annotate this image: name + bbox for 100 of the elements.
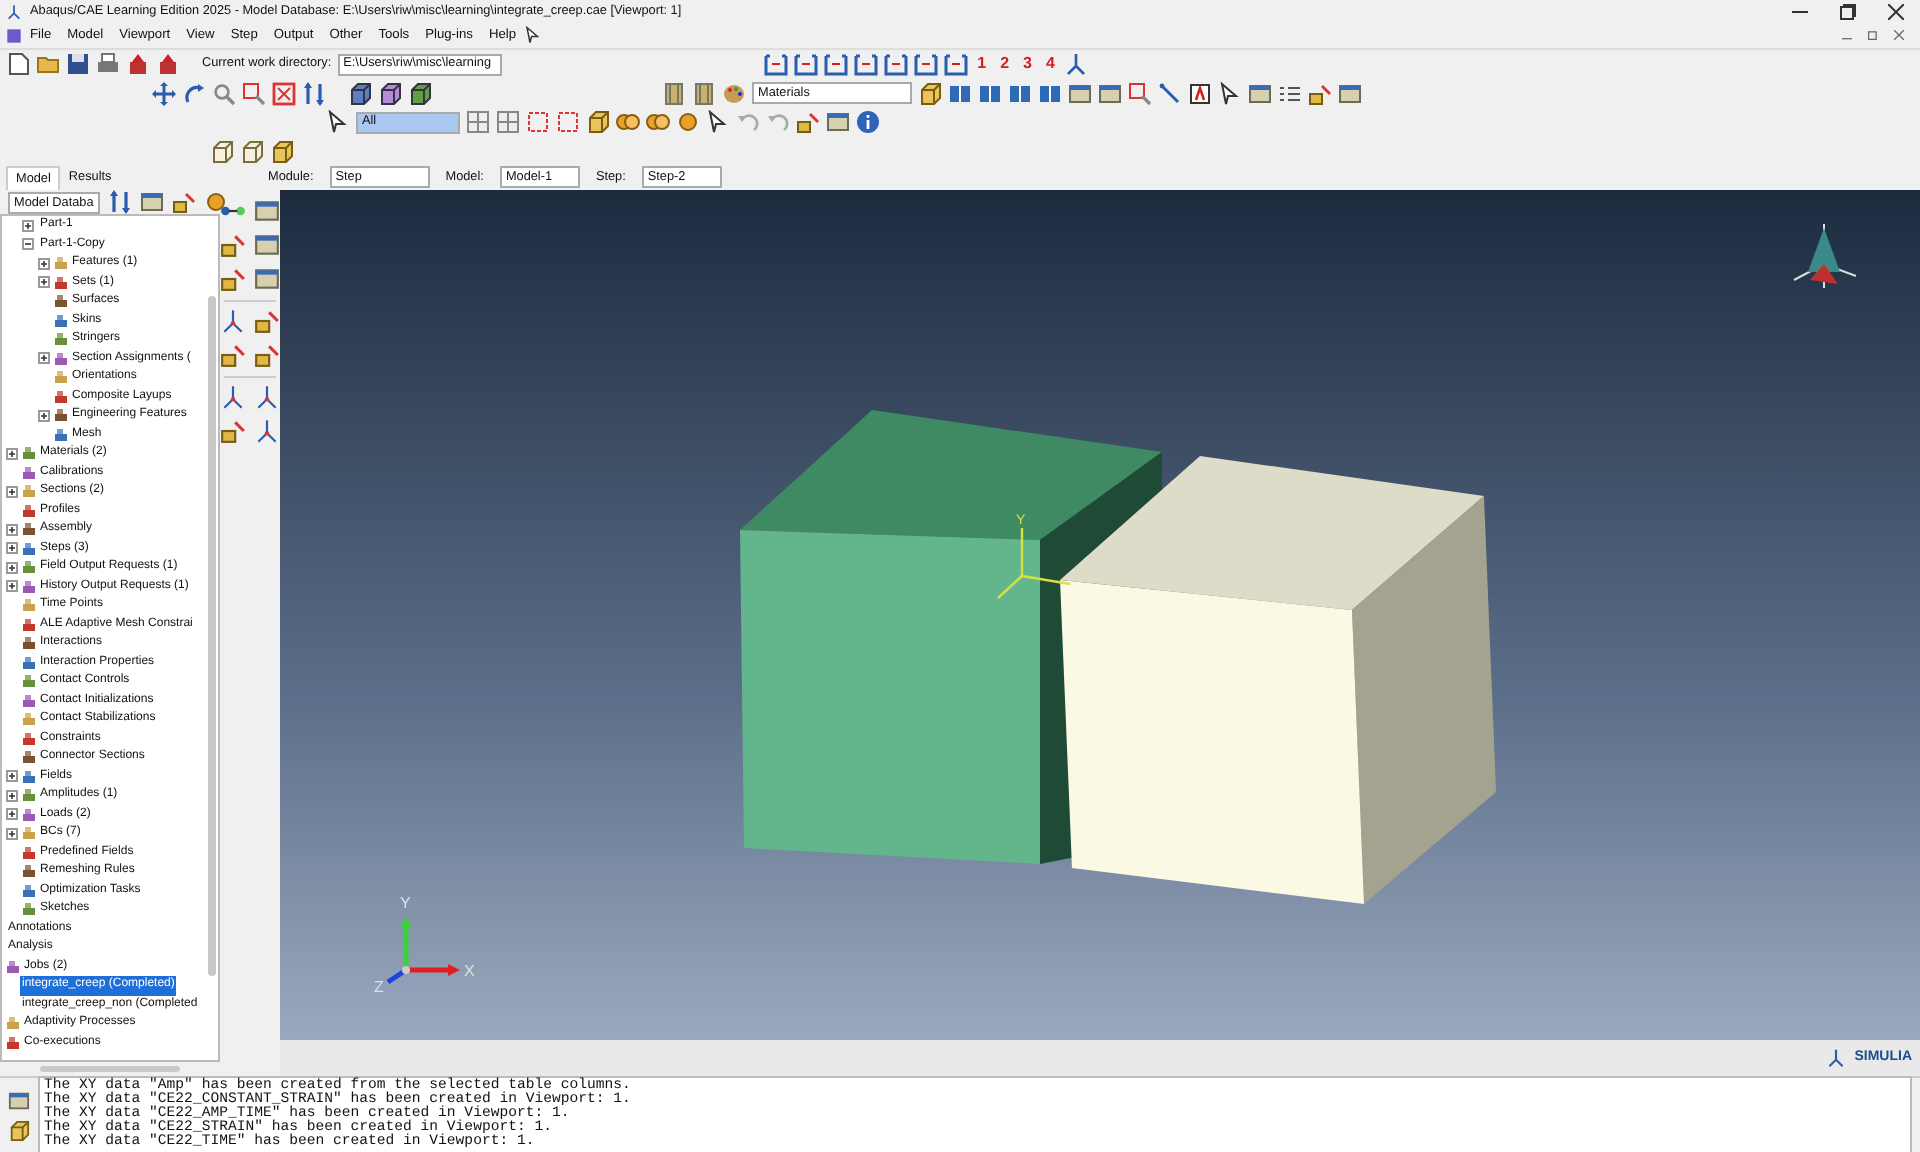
toolbox-icon[interactable] bbox=[254, 418, 280, 444]
toolbox-icon[interactable] bbox=[254, 384, 280, 410]
panel-icon[interactable] bbox=[826, 110, 850, 135]
message-icon[interactable] bbox=[8, 1089, 30, 1111]
toolbox-icon[interactable] bbox=[220, 266, 246, 292]
restore-icon[interactable] bbox=[1868, 30, 1878, 40]
sphere-icon[interactable] bbox=[646, 110, 670, 135]
expand-icon[interactable] bbox=[6, 561, 18, 574]
expand-icon[interactable] bbox=[38, 276, 50, 289]
panel-icon[interactable] bbox=[1098, 81, 1122, 106]
cube-icon[interactable] bbox=[348, 81, 372, 106]
ruler-icon[interactable] bbox=[692, 81, 716, 106]
zoom-icon[interactable] bbox=[212, 81, 236, 106]
grid-icon[interactable] bbox=[466, 110, 490, 135]
toolbox-icon[interactable] bbox=[254, 342, 280, 368]
cube-icon[interactable] bbox=[918, 81, 942, 106]
toolbox-icon[interactable] bbox=[220, 308, 246, 334]
text-frame-icon[interactable] bbox=[1188, 81, 1212, 106]
toolbox-icon[interactable] bbox=[254, 308, 280, 334]
expand-icon[interactable] bbox=[6, 827, 18, 840]
viewport-number[interactable]: 2 bbox=[996, 52, 1014, 77]
cycle-icon[interactable] bbox=[302, 81, 326, 106]
new-file-icon[interactable] bbox=[6, 52, 30, 77]
info-icon[interactable] bbox=[856, 110, 880, 135]
toolbox-icon[interactable] bbox=[220, 418, 246, 444]
expand-icon[interactable] bbox=[22, 219, 34, 232]
toolbox-icon[interactable] bbox=[254, 198, 280, 224]
expand-icon[interactable] bbox=[6, 523, 18, 536]
expand-icon[interactable] bbox=[6, 580, 18, 593]
panel-icon[interactable] bbox=[139, 190, 164, 214]
panel-icon[interactable] bbox=[1338, 81, 1362, 106]
tool-icon[interactable] bbox=[796, 110, 820, 135]
help-pointer-icon[interactable] bbox=[524, 26, 542, 44]
cube-icon[interactable] bbox=[408, 81, 432, 106]
layout-icon[interactable] bbox=[1008, 81, 1032, 106]
view-orientation-icon[interactable] bbox=[913, 52, 938, 77]
box-zoom-icon[interactable] bbox=[242, 81, 266, 106]
expand-icon[interactable] bbox=[38, 409, 50, 422]
expand-icon[interactable] bbox=[6, 485, 18, 498]
panel-icon[interactable] bbox=[1248, 81, 1272, 106]
expand-icon[interactable] bbox=[6, 542, 18, 555]
orientation-triad-icon[interactable] bbox=[1793, 223, 1857, 289]
fit-view-icon[interactable] bbox=[272, 81, 296, 106]
horizontal-scrollbar[interactable] bbox=[40, 1066, 180, 1072]
view-orientation-icon[interactable] bbox=[853, 52, 878, 77]
line-icon[interactable] bbox=[1158, 81, 1182, 106]
palette-icon[interactable] bbox=[722, 81, 746, 106]
expand-icon[interactable] bbox=[6, 808, 18, 821]
toolbox-icon[interactable] bbox=[254, 232, 280, 258]
toolbox-icon[interactable] bbox=[220, 232, 246, 258]
layout-icon[interactable] bbox=[978, 81, 1002, 106]
selection-box-icon[interactable] bbox=[556, 110, 580, 135]
view-orientation-icon[interactable] bbox=[883, 52, 908, 77]
cube-icon[interactable] bbox=[586, 110, 610, 135]
vertical-scrollbar[interactable] bbox=[208, 296, 216, 976]
pan-icon[interactable] bbox=[152, 81, 176, 106]
bulb-icon[interactable] bbox=[203, 190, 228, 214]
selection-box-icon[interactable] bbox=[526, 110, 550, 135]
open-folder-icon[interactable] bbox=[36, 52, 60, 77]
tool-icon[interactable] bbox=[1308, 81, 1332, 106]
sphere-icon[interactable] bbox=[676, 110, 700, 135]
close-icon[interactable] bbox=[1888, 3, 1904, 19]
sphere-icon[interactable] bbox=[616, 110, 640, 135]
view-orientation-icon[interactable] bbox=[943, 52, 968, 77]
restore-icon[interactable] bbox=[1840, 3, 1856, 19]
pointer-icon[interactable] bbox=[1218, 81, 1242, 106]
toolbox-icon[interactable] bbox=[220, 342, 246, 368]
print-icon[interactable] bbox=[96, 52, 120, 77]
expand-icon[interactable] bbox=[38, 257, 50, 270]
export-icon[interactable] bbox=[126, 52, 150, 77]
cube-icon[interactable] bbox=[270, 139, 294, 164]
grid-icon[interactable] bbox=[496, 110, 520, 135]
cube-icon[interactable] bbox=[378, 81, 402, 106]
close-icon[interactable] bbox=[1894, 30, 1904, 40]
toolbox-icon[interactable] bbox=[254, 266, 280, 292]
viewport-number[interactable]: 1 bbox=[973, 52, 991, 77]
layout-icon[interactable] bbox=[1038, 81, 1062, 106]
ruler-icon[interactable] bbox=[662, 81, 686, 106]
command-line-icon[interactable] bbox=[8, 1119, 30, 1141]
query-icon[interactable] bbox=[1128, 81, 1152, 106]
window-menu-icon[interactable] bbox=[6, 27, 22, 43]
expand-icon[interactable] bbox=[38, 352, 50, 365]
spinner-icon[interactable] bbox=[107, 190, 132, 214]
toolbox-icon[interactable] bbox=[220, 384, 246, 410]
expand-icon[interactable] bbox=[6, 770, 18, 783]
rotate-icon[interactable] bbox=[182, 81, 206, 106]
pointer-icon[interactable] bbox=[706, 110, 730, 135]
list-icon[interactable] bbox=[1278, 81, 1302, 106]
viewport-number[interactable]: 4 bbox=[1042, 52, 1059, 77]
view-orientation-icon[interactable] bbox=[793, 52, 818, 77]
viewport-number[interactable]: 3 bbox=[1019, 52, 1036, 77]
collapse-icon[interactable] bbox=[22, 238, 34, 251]
pointer-icon[interactable] bbox=[326, 110, 350, 135]
expand-icon[interactable] bbox=[6, 447, 18, 460]
expand-icon[interactable] bbox=[6, 789, 18, 802]
axes-icon[interactable] bbox=[1064, 52, 1089, 77]
layout-icon[interactable] bbox=[948, 81, 972, 106]
panel-icon[interactable] bbox=[1068, 81, 1092, 106]
view-orientation-icon[interactable] bbox=[823, 52, 848, 77]
export-icon[interactable] bbox=[156, 52, 180, 77]
